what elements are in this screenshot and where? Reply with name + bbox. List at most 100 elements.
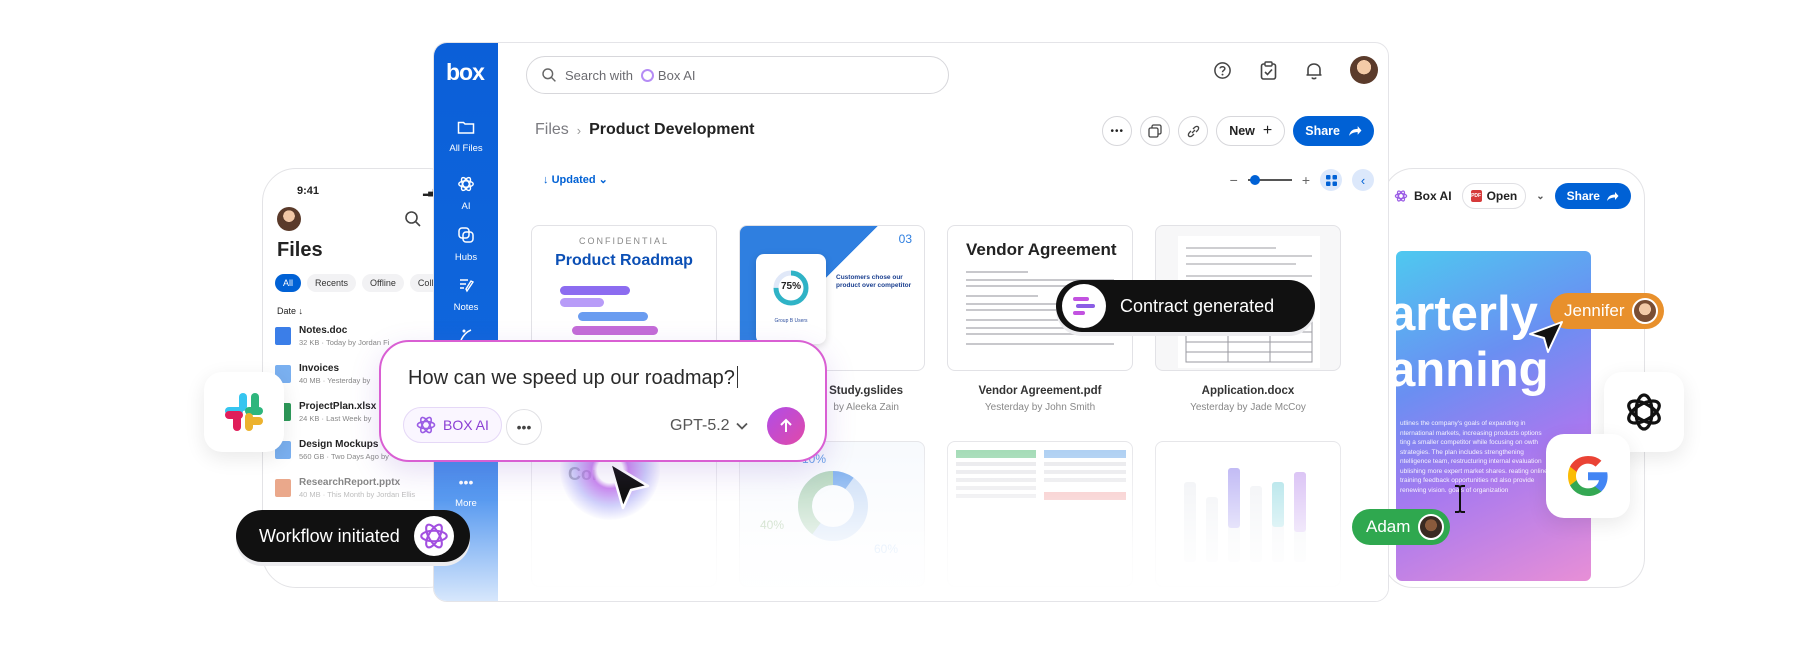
file-name: Invoices — [299, 363, 340, 374]
box-ai-icon — [1394, 190, 1408, 202]
file-card[interactable] — [947, 441, 1133, 587]
file-card[interactable] — [1155, 441, 1341, 587]
box-logo[interactable]: box — [446, 59, 485, 86]
prompt-input[interactable]: How can we speed up our roadmap? — [408, 366, 738, 390]
chevron-down-icon[interactable]: ⌄ — [1536, 191, 1544, 202]
stat-subtitle: Group B Users — [774, 318, 808, 324]
arrow-down-icon: ↓ — [543, 174, 552, 186]
google-icon[interactable] — [1546, 434, 1630, 518]
user-avatar[interactable] — [1350, 56, 1378, 84]
box-ai-icon — [640, 68, 654, 82]
sort-dropdown[interactable]: ↓ Updated ⌄ — [543, 173, 608, 186]
model-selector[interactable]: GPT-5.2 — [670, 417, 748, 435]
hubs-icon — [458, 227, 474, 243]
send-button[interactable] — [767, 407, 805, 445]
share-button[interactable]: Share — [1554, 183, 1631, 209]
confidential-badge: CONFIDENTIAL — [578, 236, 669, 246]
sidebar-item-hubs[interactable]: Hubs — [434, 226, 498, 265]
more-icon: ••• — [516, 419, 532, 435]
collaborator-tag-jennifer: Jennifer — [1550, 293, 1665, 329]
slide-caption: Customers chose our product over competi… — [836, 274, 912, 289]
grid-view-button[interactable] — [1320, 169, 1342, 191]
avatar — [1632, 298, 1659, 324]
sidebar-item-ai[interactable]: AI — [434, 175, 498, 214]
file-card[interactable]: 10% 40% 60% — [739, 441, 925, 587]
sidebar-item-notes[interactable]: Notes — [434, 276, 498, 315]
zoom-in-icon[interactable]: + — [1302, 172, 1310, 188]
breadcrumb-current: Product Development — [589, 121, 755, 138]
file-meta: 40 MB · This Month by Jordan Ellis — [299, 490, 416, 499]
spreadsheet-preview — [956, 450, 1126, 500]
zoom-slider-knob[interactable] — [1249, 175, 1260, 185]
share-arrow-icon — [1349, 126, 1362, 136]
slack-icon[interactable] — [204, 372, 284, 452]
arrow-up-icon — [780, 418, 792, 432]
search-icon — [542, 68, 556, 82]
sort-label: Updated — [551, 174, 596, 186]
folder-actions: ••• New + Share — [1102, 116, 1374, 146]
contract-icon — [1062, 284, 1106, 328]
share-arrow-icon — [1606, 191, 1619, 201]
box-ai-icon — [416, 416, 436, 434]
cursor-arrow-icon — [608, 461, 650, 510]
sidebar-item-more[interactable]: ••• More — [434, 474, 498, 511]
open-button[interactable]: PDF Open — [1461, 183, 1527, 209]
toast-text: Workflow initiated — [259, 525, 400, 546]
plus-icon: + — [1262, 122, 1273, 139]
search-icon[interactable] — [403, 209, 423, 229]
file-meta: Yesterday by Jade McCoy — [1190, 402, 1306, 413]
link-icon — [1187, 125, 1199, 137]
more-options-button[interactable]: ••• — [506, 409, 542, 445]
sort-label[interactable]: Date ↓ — [277, 306, 303, 316]
chart-label: 40% — [760, 518, 785, 532]
bell-icon[interactable] — [1304, 60, 1324, 80]
zoom-slider[interactable] — [1247, 175, 1292, 185]
file-name: Notes.doc — [299, 325, 348, 336]
file-name: Application.docx — [1201, 385, 1295, 397]
chevron-down-icon — [735, 422, 748, 430]
page-title: Files — [277, 239, 323, 261]
share-label: Share — [1566, 189, 1600, 203]
breadcrumb: Files › Product Development — [535, 121, 754, 139]
zoom-controls: − + ‹ — [1230, 169, 1374, 191]
more-icon: ••• — [458, 474, 474, 490]
file-thumbnail: 10% 40% 60% — [739, 441, 925, 587]
tasks-icon[interactable] — [1258, 60, 1278, 80]
file-name: ResearchReport.pptx — [299, 477, 401, 488]
chevron-down-icon: ⌄ — [595, 174, 608, 186]
sidebar-item-label: Hubs — [454, 252, 478, 263]
collaborator-tag-adam: Adam — [1352, 509, 1451, 545]
breadcrumb-root[interactable]: Files — [535, 121, 569, 139]
collapse-panel-button[interactable]: ‹ — [1352, 169, 1374, 191]
box-ai-label: Box AI — [1414, 189, 1452, 203]
chart-label: 60% — [874, 542, 899, 556]
share-button[interactable]: Share — [1293, 116, 1374, 146]
link-button[interactable] — [1178, 116, 1209, 146]
zoom-out-icon[interactable]: − — [1230, 172, 1238, 188]
sidebar-item-all-files[interactable]: All Files — [434, 119, 498, 156]
box-ai-button[interactable]: Box AI — [1394, 189, 1452, 203]
new-button[interactable]: New + — [1216, 116, 1286, 146]
box-ai-chip[interactable]: BOX AI — [403, 407, 502, 443]
box-ai-prompt[interactable]: How can we speed up our roadmap? BOX AI … — [379, 340, 827, 462]
folder-icon — [457, 121, 475, 134]
file-meta: 40 MB · Yesterday by — [299, 376, 371, 385]
cursor-arrow-icon — [1529, 321, 1563, 353]
help-icon[interactable] — [1212, 60, 1232, 80]
more-icon: ••• — [1110, 125, 1124, 137]
copy-icon — [1148, 124, 1162, 138]
copy-button[interactable] — [1140, 116, 1171, 146]
toast-text: Contract generated — [1120, 295, 1275, 316]
chip-recents[interactable]: Recents — [307, 274, 357, 292]
avatar[interactable] — [277, 207, 301, 231]
new-label: New — [1229, 124, 1255, 138]
chip-offline[interactable]: Offline — [362, 274, 404, 292]
collaborator-name: Jennifer — [1564, 301, 1625, 320]
chip-all[interactable]: All — [275, 274, 302, 292]
more-options-button[interactable]: ••• — [1102, 116, 1133, 146]
contract-generated-toast: Contract generated — [1056, 280, 1315, 332]
sidebar-item-label: More — [455, 498, 477, 509]
grid-icon — [1325, 174, 1337, 186]
workflow-initiated-toast: Workflow initiated — [236, 510, 470, 562]
search-input[interactable]: Search with Box AI — [526, 56, 949, 94]
